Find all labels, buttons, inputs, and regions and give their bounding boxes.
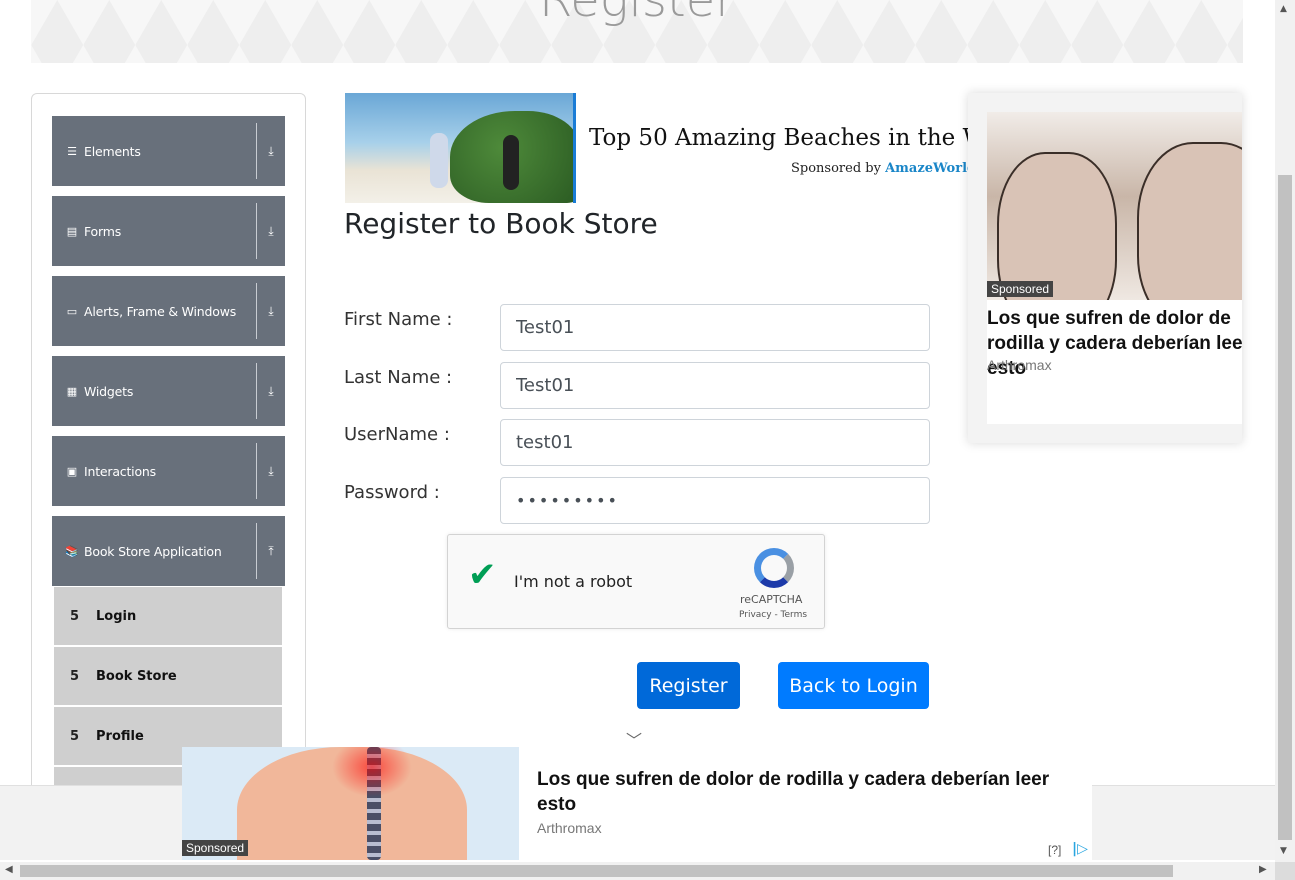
ad-image-knee xyxy=(997,152,1117,300)
scrollbar-thumb[interactable] xyxy=(1278,175,1292,840)
password-label: Password : xyxy=(344,482,440,503)
ad-source: Arthromax xyxy=(987,357,1052,373)
sidebar-group-alerts[interactable]: ▭ Alerts, Frame & Windows ⤓ xyxy=(52,276,285,346)
sidebar-group-forms[interactable]: ▤ Forms ⤓ xyxy=(52,196,285,266)
ad-image-person xyxy=(430,133,448,188)
scroll-left-icon[interactable]: ◀ xyxy=(5,864,13,875)
sponsored-badge: Sponsored xyxy=(987,281,1054,297)
html5-icon: 5 xyxy=(70,608,80,624)
sidebar-group-label: Widgets xyxy=(84,383,134,399)
sidebar-group-book-store[interactable]: 📚 Book Store Application ⤒ xyxy=(52,516,285,586)
widgets-icon: ▦ xyxy=(66,384,78,398)
ad-card[interactable]: Sponsored Los que sufren de dolor de rod… xyxy=(987,112,1242,424)
sidebar-group-interactions[interactable]: ▣ Interactions ⤓ xyxy=(52,436,285,506)
ad-banner-top[interactable]: Top 50 Amazing Beaches in the World Spon… xyxy=(344,93,984,203)
ad-headline[interactable]: Los que sufren de dolor de rodilla y cad… xyxy=(537,767,1087,817)
recaptcha-terms-link[interactable]: Privacy - Terms xyxy=(739,610,807,620)
ad-sponsored-prefix: Sponsored by xyxy=(791,161,881,176)
interactions-icon: ▣ xyxy=(66,464,78,478)
first-name-label: First Name : xyxy=(344,309,453,330)
sidebar-group-widgets[interactable]: ▦ Widgets ⤓ xyxy=(52,356,285,426)
sponsored-badge: Sponsored xyxy=(182,840,249,856)
page-title: Register xyxy=(539,0,735,28)
ad-image xyxy=(345,93,575,203)
ad-sponsor-name[interactable]: AmazeWorld xyxy=(885,161,976,176)
ad-bottom[interactable]: Sponsored Los que sufren de dolor de rod… xyxy=(182,747,1092,860)
sidebar-item-label: Profile xyxy=(96,728,144,744)
last-name-input[interactable] xyxy=(500,362,930,409)
checkmark-icon[interactable]: ✔ xyxy=(468,555,497,595)
scroll-down-icon[interactable]: ▼ xyxy=(1280,846,1287,856)
sidebar-group-label: Book Store Application xyxy=(84,543,222,559)
scrollbar-thumb[interactable] xyxy=(20,865,1173,877)
expand-arrow-icon[interactable]: ⤓ xyxy=(257,464,285,479)
document-icon: ▤ xyxy=(66,224,78,238)
sidebar-group-label: Forms xyxy=(84,223,122,239)
sidebar: ☰ Elements ⤓ ▤ Forms ⤓ ▭ Alerts, Frame &… xyxy=(31,93,306,813)
ad-image xyxy=(987,112,1242,300)
username-label: UserName : xyxy=(344,424,450,445)
back-to-login-button[interactable]: Back to Login xyxy=(778,662,929,709)
recaptcha-brand: reCAPTCHA xyxy=(740,593,803,606)
books-icon: 📚 xyxy=(65,544,79,558)
scrollbar-corner xyxy=(1275,862,1295,880)
sidebar-group-label: Alerts, Frame & Windows xyxy=(84,303,237,319)
ad-image-person xyxy=(503,135,519,190)
recaptcha-label: I'm not a robot xyxy=(514,572,633,591)
ad-source: Arthromax xyxy=(537,820,602,836)
sidebar-item-login[interactable]: 5 Login xyxy=(54,587,282,645)
vertical-scrollbar[interactable]: ▲ ▼ xyxy=(1275,0,1295,862)
page-banner: Register xyxy=(31,0,1243,63)
username-input[interactable] xyxy=(500,419,930,466)
ad-sponsored-by: Sponsored by AmazeWorld xyxy=(791,161,976,176)
password-input[interactable] xyxy=(500,477,930,524)
collapse-arrow-icon[interactable]: ⤒ xyxy=(257,544,285,559)
scroll-right-icon[interactable]: ▶ xyxy=(1259,864,1267,875)
sidebar-group-elements[interactable]: ☰ Elements ⤓ xyxy=(52,116,285,186)
expand-arrow-icon[interactable]: ⤓ xyxy=(257,304,285,319)
expand-arrow-icon[interactable]: ⤓ xyxy=(257,144,285,159)
scroll-up-icon[interactable]: ▲ xyxy=(1280,4,1287,14)
adchoices-icon[interactable]: |▷ xyxy=(1072,841,1088,857)
recaptcha-widget[interactable]: ✔ I'm not a robot reCAPTCHA Privacy - Te… xyxy=(447,534,825,629)
window-icon: ▭ xyxy=(66,304,78,318)
sidebar-item-label: Book Store xyxy=(96,668,177,684)
sidebar-item-label: Login xyxy=(96,608,137,624)
ad-headline[interactable]: Top 50 Amazing Beaches in the World xyxy=(589,125,969,151)
expand-arrow-icon[interactable]: ⤓ xyxy=(257,384,285,399)
last-name-label: Last Name : xyxy=(344,367,453,388)
register-button[interactable]: Register xyxy=(637,662,740,709)
horizontal-scrollbar[interactable]: ◀ ▶ xyxy=(0,862,1275,880)
sidebar-item-book-store[interactable]: 5 Book Store xyxy=(54,647,282,705)
first-name-input[interactable] xyxy=(500,304,930,351)
html5-icon: 5 xyxy=(70,668,80,684)
ad-help-link[interactable]: [?] xyxy=(1048,843,1061,857)
ad-sidebar-right[interactable]: Sponsored Los que sufren de dolor de rod… xyxy=(968,93,1242,443)
sidebar-group-label: Interactions xyxy=(84,463,156,479)
hamburger-icon: ☰ xyxy=(67,144,77,158)
ad-image-knee xyxy=(1137,142,1242,300)
recaptcha-logo-icon xyxy=(754,548,794,588)
sidebar-group-label: Elements xyxy=(84,143,141,159)
expand-arrow-icon[interactable]: ⤓ xyxy=(257,224,285,239)
html5-icon: 5 xyxy=(70,728,80,744)
ad-accent-bar xyxy=(573,93,576,203)
form-title: Register to Book Store xyxy=(344,207,658,240)
